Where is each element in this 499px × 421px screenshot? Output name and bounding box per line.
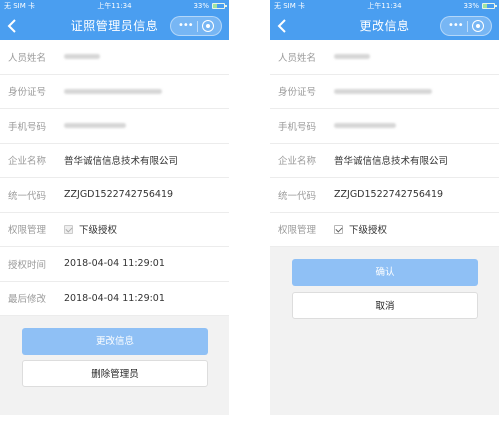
action-area: 确认 取消: [270, 247, 499, 415]
field-label: 授权时间: [8, 259, 47, 271]
field-label: 身份证号: [8, 87, 47, 99]
redacted-name: [334, 54, 370, 60]
field-label: 最后修改: [8, 294, 47, 306]
info-list: 人员姓名 身份证号 手机号码 企业名称 普华诚信信息技术有限公司 统一代码 ZZ…: [0, 40, 229, 316]
redacted-phone: [334, 123, 396, 129]
field-label: 统一代码: [8, 190, 47, 202]
unified-code-value: ZZJGD1522742756419: [64, 189, 174, 201]
permission-value: 下级授权: [79, 225, 118, 237]
header-bar: 无 SIM 卡 上午11:34 33% 证照管理员信息 •••: [0, 0, 229, 40]
sub-authorization-checkbox[interactable]: [334, 224, 343, 234]
field-unified-code: 统一代码 ZZJGD1522742756419: [270, 178, 499, 213]
field-label: 统一代码: [278, 190, 317, 202]
redacted-phone: [64, 123, 126, 129]
field-phone: 手机号码: [0, 109, 229, 144]
confirm-button[interactable]: 确认: [292, 259, 478, 286]
field-company: 企业名称 普华诚信信息技术有限公司: [0, 144, 229, 178]
field-phone: 手机号码: [270, 109, 499, 144]
authorized-time-value: 2018-04-04 11:29:01: [64, 258, 165, 270]
battery-icon: [212, 3, 227, 9]
battery-fill: [483, 4, 487, 8]
close-target-icon[interactable]: [472, 20, 484, 32]
field-id-number: 身份证号: [0, 75, 229, 109]
field-label: 人员姓名: [278, 52, 317, 64]
field-last-modified: 最后修改 2018-04-04 11:29:01: [0, 282, 229, 316]
field-permission: 权限管理 下级授权: [270, 213, 499, 247]
nav-bar: 证照管理员信息 •••: [0, 12, 229, 40]
status-bar: 无 SIM 卡 上午11:34 33%: [270, 0, 499, 12]
field-authorized-time: 授权时间 2018-04-04 11:29:01: [0, 247, 229, 282]
more-icon[interactable]: •••: [448, 17, 464, 34]
field-label: 手机号码: [8, 121, 47, 133]
capsule-divider: [467, 21, 468, 32]
field-name: 人员姓名: [0, 40, 229, 75]
redacted-id-number: [64, 88, 162, 94]
delete-admin-button[interactable]: 删除管理员: [22, 360, 208, 387]
miniprogram-capsule: •••: [440, 16, 492, 36]
permission-value: 下级授权: [349, 225, 388, 237]
field-unified-code: 统一代码 ZZJGD1522742756419: [0, 178, 229, 213]
field-company: 企业名称 普华诚信信息技术有限公司: [270, 144, 499, 178]
status-bar: 无 SIM 卡 上午11:34 33%: [0, 0, 229, 12]
last-modified-value: 2018-04-04 11:29:01: [64, 292, 165, 304]
company-value: 普华诚信信息技术有限公司: [64, 156, 179, 168]
cancel-button[interactable]: 取消: [292, 292, 478, 319]
field-permission: 权限管理 下级授权: [0, 213, 229, 247]
battery-fill: [213, 4, 217, 8]
capsule-divider: [197, 21, 198, 32]
unified-code-value: ZZJGD1522742756419: [334, 189, 444, 201]
close-target-icon[interactable]: [202, 20, 214, 32]
redacted-id-number: [334, 88, 432, 94]
field-label: 企业名称: [278, 156, 317, 168]
edit-info-button[interactable]: 更改信息: [22, 328, 208, 355]
battery-percent: 33%: [193, 2, 209, 10]
header-bar: 无 SIM 卡 上午11:34 33% 更改信息 •••: [270, 0, 499, 40]
field-label: 人员姓名: [8, 52, 47, 64]
nav-bar: 更改信息 •••: [270, 12, 499, 40]
more-icon[interactable]: •••: [178, 17, 194, 34]
field-id-number: 身份证号: [270, 75, 499, 109]
field-label: 企业名称: [8, 156, 47, 168]
field-label: 权限管理: [278, 225, 317, 237]
admin-info-screen: 无 SIM 卡 上午11:34 33% 证照管理员信息 ••• 人员姓名 身份证…: [0, 0, 229, 421]
company-value: 普华诚信信息技术有限公司: [334, 156, 449, 168]
edit-info-screen: 无 SIM 卡 上午11:34 33% 更改信息 ••• 人员姓名 身份证号 手…: [270, 0, 499, 421]
field-name: 人员姓名: [270, 40, 499, 75]
field-label: 身份证号: [278, 87, 317, 99]
miniprogram-capsule: •••: [170, 16, 222, 36]
action-area: 更改信息 删除管理员: [0, 316, 229, 415]
edit-form: 人员姓名 身份证号 手机号码 企业名称 普华诚信信息技术有限公司 统一代码 ZZ…: [270, 40, 499, 247]
sub-authorization-checkbox: [64, 224, 73, 234]
field-label: 权限管理: [8, 225, 47, 237]
redacted-name: [64, 54, 100, 60]
battery-percent: 33%: [463, 2, 479, 10]
field-label: 手机号码: [278, 121, 317, 133]
battery-icon: [482, 3, 497, 9]
